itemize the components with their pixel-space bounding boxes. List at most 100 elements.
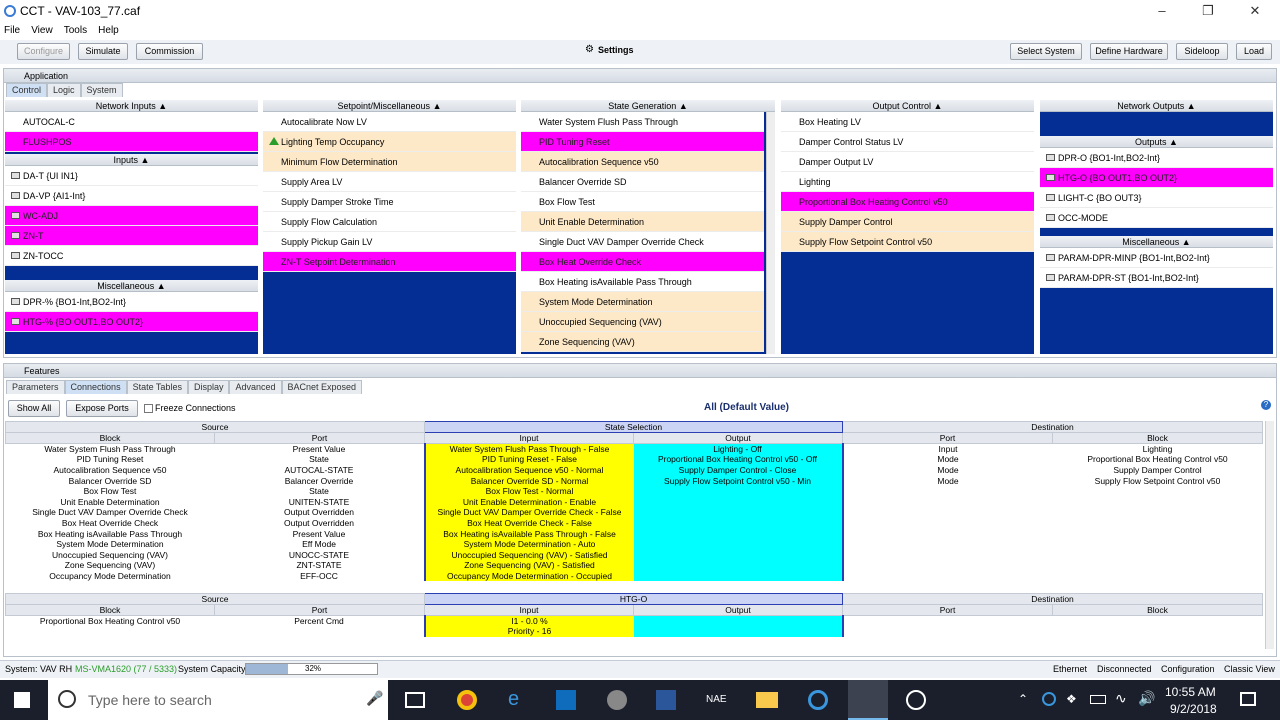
- tray-chevron-icon[interactable]: ⌃: [1018, 692, 1028, 706]
- list-item[interactable]: PARAM-DPR-ST {BO1-Int,BO2-Int}: [1040, 268, 1273, 288]
- list-item[interactable]: Box Heating LV: [781, 112, 1034, 132]
- state-generation-scrollbar[interactable]: [766, 112, 775, 354]
- list-item[interactable]: Damper Output LV: [781, 152, 1034, 172]
- list-item[interactable]: DPR-O {BO1-Int,BO2-Int}: [1040, 148, 1273, 168]
- table-row[interactable]: Unit Enable Determination UNITEN-STATE Uni…: [6, 496, 1263, 508]
- list-item[interactable]: Autocalibrate Now LV: [263, 112, 516, 132]
- tab-logic[interactable]: Logic: [47, 83, 81, 97]
- list-item[interactable]: Damper Control Status LV: [781, 132, 1034, 152]
- select-system-button[interactable]: Select System: [1010, 43, 1082, 60]
- list-item[interactable]: WC-ADJ: [5, 206, 258, 226]
- list-item[interactable]: OCC-MODE: [1040, 208, 1273, 228]
- table-row[interactable]: Balancer Override SD Balancer Override Bal…: [6, 475, 1263, 486]
- list-item[interactable]: DPR-% {BO1-Int,BO2-Int}: [5, 292, 258, 312]
- tray-app-icon[interactable]: [1042, 692, 1056, 706]
- list-item[interactable]: Supply Damper Control: [781, 212, 1034, 232]
- maximize-icon[interactable]: ❐: [1198, 3, 1218, 21]
- edge-icon[interactable]: e: [508, 688, 519, 711]
- list-item[interactable]: FLUSHPOS: [5, 132, 258, 152]
- state-generation-header[interactable]: State Generation ▲: [521, 100, 775, 112]
- wifi-icon[interactable]: ∿: [1115, 690, 1127, 707]
- setpoint-header[interactable]: Setpoint/Miscellaneous ▲: [263, 100, 516, 112]
- table-row[interactable]: Occupancy Mode Determination EFF-OCC Occup…: [6, 570, 1263, 582]
- clock-time[interactable]: 10:55 AM: [1165, 685, 1216, 699]
- menu-help[interactable]: Help: [98, 25, 119, 36]
- list-item[interactable]: Box Flow Test: [521, 192, 764, 212]
- define-hardware-button[interactable]: Define Hardware: [1090, 43, 1168, 60]
- expose-ports-button[interactable]: Expose Ports: [66, 400, 138, 417]
- volume-icon[interactable]: 🔊: [1138, 690, 1155, 707]
- list-item[interactable]: Zone Sequencing (VAV): [521, 332, 764, 352]
- list-item[interactable]: HTG-% {BO OUT1,BO OUT2}: [5, 312, 258, 332]
- table-row[interactable]: Box Heat Override Check Output Overridden…: [6, 517, 1263, 529]
- list-item[interactable]: LIGHT-C {BO OUT3}: [1040, 188, 1273, 208]
- list-item[interactable]: Single Duct VAV Damper Override Check: [521, 232, 764, 252]
- list-item[interactable]: Supply Flow Calculation: [263, 212, 516, 232]
- list-item[interactable]: Autocalibration Sequence v50: [521, 152, 764, 172]
- active-app-icon[interactable]: [848, 680, 888, 720]
- list-item[interactable]: Box Heat Override Check: [521, 252, 764, 272]
- help-icon[interactable]: ?: [1261, 400, 1271, 410]
- battery-icon[interactable]: [1090, 695, 1106, 704]
- close-icon[interactable]: ✕: [1245, 3, 1265, 21]
- list-item[interactable]: Lighting Temp Occupancy: [263, 132, 516, 152]
- table-row[interactable]: Proportional Box Heating Control v50 Perc…: [6, 615, 1263, 627]
- tab-advanced[interactable]: Advanced: [229, 380, 282, 394]
- settings-button[interactable]: Settings: [598, 45, 634, 55]
- obs-icon[interactable]: [906, 690, 926, 710]
- list-item[interactable]: HTG-O {BO OUT1,BO OUT2}: [1040, 168, 1273, 188]
- table-row[interactable]: Box Heating isAvailable Pass Through Pres…: [6, 528, 1263, 539]
- list-item[interactable]: DA-T {UI IN1}: [5, 166, 258, 186]
- show-all-button[interactable]: Show All: [8, 400, 60, 417]
- network-inputs-header[interactable]: Network Inputs ▲: [5, 100, 258, 112]
- outputs-header[interactable]: Outputs ▲: [1040, 136, 1273, 148]
- classic-view-link[interactable]: Classic View: [1224, 664, 1275, 674]
- inputs-header[interactable]: Inputs ▲: [5, 154, 258, 166]
- table-row[interactable]: System Mode Determination Eff Mode System …: [6, 538, 1263, 550]
- freeze-checkbox[interactable]: [144, 404, 153, 413]
- output-control-header[interactable]: Output Control ▲: [781, 100, 1034, 112]
- menu-tools[interactable]: Tools: [64, 25, 87, 36]
- tab-display[interactable]: Display: [187, 380, 230, 394]
- list-item[interactable]: ZN-TOCC: [5, 246, 258, 266]
- list-item[interactable]: Balancer Override SD: [521, 172, 764, 192]
- app-icon[interactable]: [607, 690, 627, 710]
- list-item[interactable]: ZN-T: [5, 226, 258, 246]
- table-row[interactable]: Autocalibration Sequence v50 AUTOCAL-STAT…: [6, 464, 1263, 476]
- sideloop-button[interactable]: Sideloop: [1176, 43, 1228, 60]
- microphone-icon[interactable]: 🎤: [366, 690, 383, 707]
- table-row[interactable]: Water System Flush Pass Through Present V…: [6, 443, 1263, 455]
- network-outputs-header[interactable]: Network Outputs ▲: [1040, 100, 1273, 112]
- list-item[interactable]: PARAM-DPR-MINP {BO1-Int,BO2-Int}: [1040, 248, 1273, 268]
- list-item[interactable]: Supply Pickup Gain LV: [263, 232, 516, 252]
- list-item[interactable]: Lighting: [781, 172, 1034, 192]
- tab-bacnet-exposed[interactable]: BACnet Exposed: [281, 380, 363, 394]
- list-item[interactable]: Supply Flow Setpoint Control v50: [781, 232, 1034, 252]
- taskbar-search[interactable]: Type here to search 🎤: [48, 680, 388, 720]
- minimize-icon[interactable]: –: [1152, 3, 1172, 21]
- windows-start-icon[interactable]: [14, 692, 30, 708]
- list-item[interactable]: DA-VP {AI1-Int}: [5, 186, 258, 206]
- list-item[interactable]: Unoccupied Sequencing (VAV): [521, 312, 764, 332]
- list-item[interactable]: Unit Enable Determination: [521, 212, 764, 232]
- features-scrollbar[interactable]: [1265, 421, 1274, 649]
- table-row[interactable]: Unoccupied Sequencing (VAV) UNOCC-STATE Un…: [6, 549, 1263, 561]
- table-row[interactable]: PID Tuning Reset State PID Tuning Reset - …: [6, 454, 1263, 465]
- list-item[interactable]: Supply Area LV: [263, 172, 516, 192]
- tab-connections[interactable]: Connections: [64, 380, 127, 394]
- simulate-button[interactable]: Simulate: [78, 43, 128, 60]
- list-item[interactable]: ZN-T Setpoint Determination: [263, 252, 516, 272]
- list-item[interactable]: PID Tuning Reset: [521, 132, 764, 152]
- menu-view[interactable]: View: [31, 25, 53, 36]
- menu-file[interactable]: File: [4, 25, 20, 36]
- misc-right-header[interactable]: Miscellaneous ▲: [1040, 236, 1273, 248]
- settings-gear-icon[interactable]: ⚙: [585, 44, 594, 55]
- load-button[interactable]: Load: [1236, 43, 1272, 60]
- tab-control[interactable]: Control: [6, 83, 48, 97]
- table-row[interactable]: Single Duct VAV Damper Override Check Out…: [6, 507, 1263, 518]
- notification-icon[interactable]: [1240, 692, 1256, 706]
- list-item[interactable]: Water System Flush Pass Through: [521, 112, 764, 132]
- file-explorer-icon[interactable]: [756, 692, 778, 708]
- cct-icon[interactable]: [808, 690, 828, 710]
- commission-button[interactable]: Commission: [136, 43, 203, 60]
